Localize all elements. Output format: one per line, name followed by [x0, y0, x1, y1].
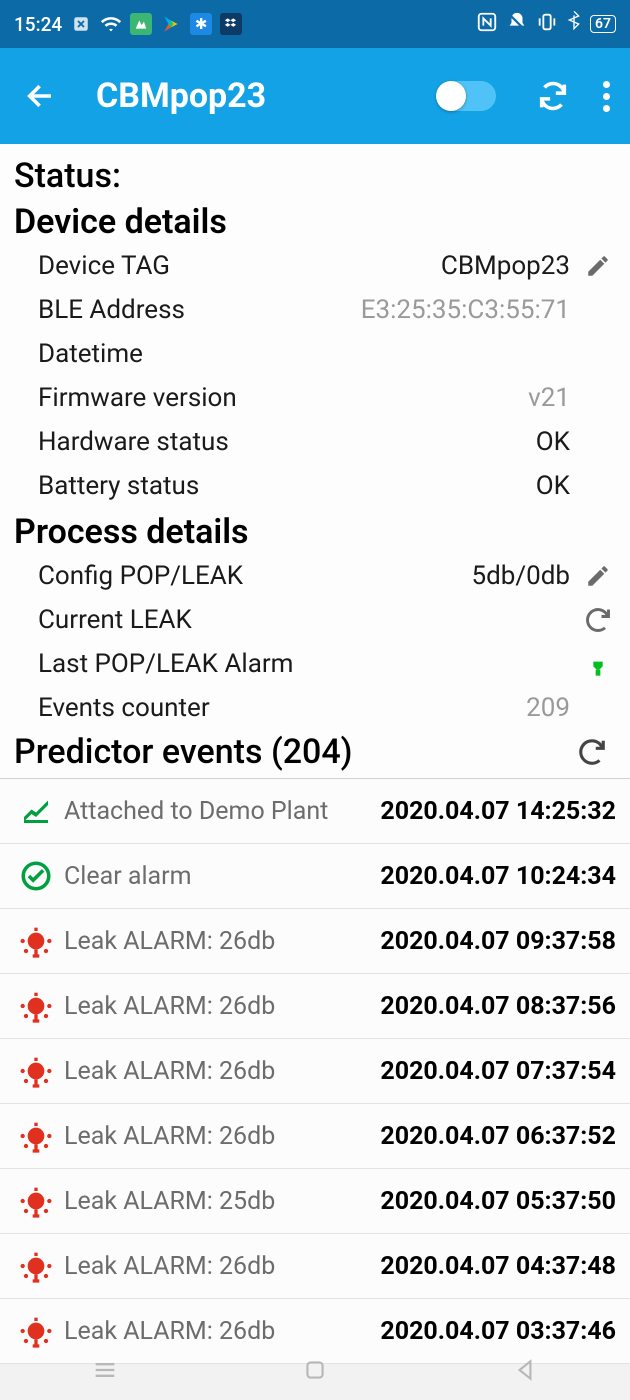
event-timestamp: 2020.04.07 09:37:58	[380, 927, 616, 956]
firmware-label: Firmware version	[38, 383, 528, 413]
event-label: Attached to Demo Plant	[64, 797, 380, 826]
battery-icon: 67	[590, 15, 616, 33]
event-row[interactable]: Leak ALARM: 26db2020.04.07 04:37:48	[0, 1234, 630, 1299]
last-alarm-label: Last POP/LEAK Alarm	[38, 649, 570, 679]
battery-status-label: Battery status	[38, 471, 536, 501]
event-row[interactable]: Clear alarm2020.04.07 10:24:34	[0, 844, 630, 909]
home-button[interactable]	[295, 1350, 335, 1390]
wifi-icon	[100, 13, 122, 35]
android-nav-bar	[0, 1340, 630, 1400]
event-row[interactable]: Attached to Demo Plant2020.04.07 14:25:3…	[0, 779, 630, 844]
status-time: 15:24	[14, 13, 62, 36]
overflow-menu-button[interactable]	[596, 81, 616, 112]
event-timestamp: 2020.04.07 04:37:48	[380, 1252, 616, 1281]
bluetooth-app-icon: ✱	[190, 13, 212, 35]
event-timestamp: 2020.04.07 06:37:52	[380, 1122, 616, 1151]
device-details-header: Device details	[0, 198, 630, 244]
event-timestamp: 2020.04.07 10:24:34	[380, 862, 616, 891]
leak-icon	[14, 986, 58, 1026]
recents-button[interactable]	[85, 1350, 125, 1390]
last-alarm-row: Last POP/LEAK Alarm	[0, 642, 630, 686]
config-pop-leak-row: Config POP/LEAK 5db/0db	[0, 554, 630, 598]
leak-icon	[14, 1246, 58, 1286]
hardware-status-row: Hardware status OK	[0, 420, 630, 464]
config-value: 5db/0db	[472, 561, 570, 591]
hardware-status-value: OK	[536, 427, 570, 457]
process-details-header: Process details	[0, 508, 630, 554]
battery-status-row: Battery status OK	[0, 464, 630, 508]
event-label: Leak ALARM: 26db	[64, 927, 380, 956]
app-bar: CBMpop23	[0, 48, 630, 144]
current-leak-row: Current LEAK	[0, 598, 630, 642]
edit-device-tag-button[interactable]	[578, 253, 618, 279]
bluetooth-icon	[566, 11, 582, 38]
event-timestamp: 2020.04.07 08:37:56	[380, 992, 616, 1021]
refresh-events-button[interactable]	[572, 737, 612, 767]
ble-address-value: E3:25:35:C3:55:71	[361, 295, 570, 325]
device-enable-toggle[interactable]	[438, 81, 496, 111]
firmware-row: Firmware version v21	[0, 376, 630, 420]
ble-address-label: BLE Address	[38, 295, 361, 325]
event-label: Leak ALARM: 26db	[64, 1252, 380, 1281]
ble-address-row: BLE Address E3:25:35:C3:55:71	[0, 288, 630, 332]
dropbox-icon	[220, 13, 242, 35]
event-label: Leak ALARM: 26db	[64, 1057, 380, 1086]
back-button[interactable]	[24, 79, 64, 113]
datetime-row: Datetime	[0, 332, 630, 376]
close-app-icon	[70, 13, 92, 35]
hardware-status-label: Hardware status	[38, 427, 536, 457]
events-counter-value: 209	[526, 693, 570, 723]
config-label: Config POP/LEAK	[38, 561, 472, 591]
android-back-button[interactable]	[505, 1350, 545, 1390]
datetime-label: Datetime	[38, 339, 570, 369]
leak-icon	[14, 1116, 58, 1156]
leak-icon	[14, 1051, 58, 1091]
device-tag-row: Device TAG CBMpop23	[0, 244, 630, 288]
refresh-current-leak-button[interactable]	[578, 606, 618, 634]
clear-icon	[14, 856, 58, 896]
firmware-value: v21	[528, 383, 570, 413]
event-label: Leak ALARM: 26db	[64, 992, 380, 1021]
predictor-events-header: Predictor events (204)	[14, 732, 564, 772]
tray-app-icon-1	[130, 13, 152, 35]
battery-status-value: OK	[536, 471, 570, 501]
event-timestamp: 2020.04.07 05:37:50	[380, 1187, 616, 1216]
refresh-button[interactable]	[532, 79, 574, 113]
event-row[interactable]: Leak ALARM: 26db2020.04.07 06:37:52	[0, 1104, 630, 1169]
highlight-alarm-icon[interactable]	[578, 650, 618, 678]
event-row[interactable]: Leak ALARM: 26db2020.04.07 09:37:58	[0, 909, 630, 974]
event-row[interactable]: Leak ALARM: 26db2020.04.07 07:37:54	[0, 1039, 630, 1104]
leak-icon	[14, 921, 58, 961]
nfc-icon	[476, 11, 498, 38]
events-counter-row: Events counter 209	[0, 686, 630, 730]
event-timestamp: 2020.04.07 07:37:54	[380, 1057, 616, 1086]
event-label: Leak ALARM: 26db	[64, 1122, 380, 1151]
android-status-bar: 15:24 ✱ 67	[0, 0, 630, 48]
mute-icon	[506, 11, 528, 38]
status-section-header: Status:	[0, 152, 630, 198]
event-label: Clear alarm	[64, 862, 380, 891]
events-list: Attached to Demo Plant2020.04.07 14:25:3…	[0, 779, 630, 1364]
device-tag-label: Device TAG	[38, 251, 441, 281]
predictor-count: (204)	[271, 732, 353, 772]
google-play-icon	[160, 13, 182, 35]
leak-icon	[14, 1181, 58, 1221]
attach-icon	[14, 791, 58, 831]
device-tag-value: CBMpop23	[441, 251, 570, 281]
event-label: Leak ALARM: 25db	[64, 1187, 380, 1216]
events-counter-label: Events counter	[38, 693, 526, 723]
current-leak-label: Current LEAK	[38, 605, 570, 635]
event-timestamp: 2020.04.07 14:25:32	[380, 797, 616, 826]
event-row[interactable]: Leak ALARM: 26db2020.04.07 08:37:56	[0, 974, 630, 1039]
vibrate-icon	[536, 11, 558, 38]
event-row[interactable]: Leak ALARM: 25db2020.04.07 05:37:50	[0, 1169, 630, 1234]
edit-config-button[interactable]	[578, 563, 618, 589]
page-title: CBMpop23	[96, 76, 438, 116]
